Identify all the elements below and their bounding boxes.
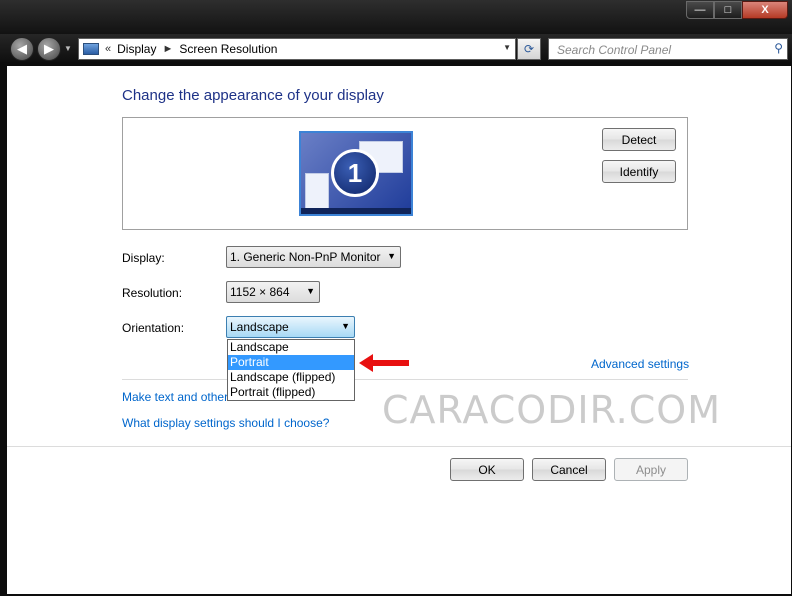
caption-buttons: — □ X <box>686 1 788 19</box>
display-label: Display: <box>122 251 165 265</box>
close-button[interactable]: X <box>742 1 788 19</box>
content-area: Change the appearance of your display 1 … <box>7 66 791 594</box>
monitor-1-thumbnail[interactable]: 1 <box>299 131 413 216</box>
recent-pages-chevron-down-icon[interactable]: ▼ <box>64 44 72 53</box>
display-select-value: 1. Generic Non-PnP Monitor <box>230 250 381 264</box>
orientation-option-landscape[interactable]: Landscape <box>228 340 354 355</box>
chevron-down-icon: ▼ <box>341 321 350 331</box>
breadcrumb-separator-icon[interactable]: ► <box>162 43 173 55</box>
apply-button[interactable]: Apply <box>614 458 688 481</box>
display-select[interactable]: 1. Generic Non-PnP Monitor ▼ <box>226 246 401 268</box>
orientation-option-landscape-flipped[interactable]: Landscape (flipped) <box>228 370 354 385</box>
display-preview-panel: 1 Detect Identify <box>122 117 688 230</box>
monitor-taskbar-graphic <box>301 208 411 214</box>
display-settings-help-link[interactable]: What display settings should I choose? <box>122 416 329 430</box>
orientation-dropdown-list: Landscape Portrait Landscape (flipped) P… <box>227 339 355 401</box>
control-panel-icon <box>83 43 99 55</box>
search-input[interactable] <box>555 40 759 60</box>
chevron-down-icon: ▼ <box>387 251 396 261</box>
resolution-label: Resolution: <box>122 286 183 300</box>
search-box[interactable]: ⚲ <box>548 38 788 60</box>
minimize-button[interactable]: — <box>686 1 714 19</box>
back-arrow-icon: ◀ <box>17 41 27 56</box>
refresh-button[interactable]: ⟳ <box>517 38 541 60</box>
breadcrumb-display[interactable]: Display <box>117 42 156 56</box>
window: — □ X ◀ ▶ ▼ « Display ► Screen Resolutio… <box>0 0 792 596</box>
orientation-option-portrait-flipped[interactable]: Portrait (flipped) <box>228 385 354 400</box>
cancel-button[interactable]: Cancel <box>532 458 606 481</box>
maximize-button[interactable]: □ <box>714 1 742 19</box>
ok-button[interactable]: OK <box>450 458 524 481</box>
orientation-select[interactable]: Landscape ▼ <box>226 316 355 338</box>
advanced-settings-link[interactable]: Advanced settings <box>591 357 689 371</box>
make-text-larger-link-visible: Make text and other <box>122 390 229 404</box>
search-icon[interactable]: ⚲ <box>774 41 783 55</box>
divider <box>122 379 688 380</box>
address-prefix[interactable]: « <box>105 43 111 55</box>
make-text-larger-link[interactable]: Make text and other <box>122 390 228 404</box>
address-bar[interactable]: « Display ► Screen Resolution ▼ <box>78 38 516 60</box>
resolution-select-value: 1152 × 864 <box>230 285 290 299</box>
address-chevron-down-icon[interactable]: ▼ <box>503 43 511 52</box>
resolution-select[interactable]: 1152 × 864 ▼ <box>226 281 320 303</box>
watermark: CARACODIR.COM <box>382 388 721 432</box>
divider <box>7 446 791 447</box>
identify-button[interactable]: Identify <box>602 160 676 183</box>
orientation-label: Orientation: <box>122 321 185 335</box>
forward-button[interactable]: ▶ <box>37 37 61 61</box>
orientation-select-value: Landscape <box>230 320 289 334</box>
forward-arrow-icon: ▶ <box>44 41 54 56</box>
back-button[interactable]: ◀ <box>10 37 34 61</box>
chevron-down-icon: ▼ <box>306 286 315 296</box>
breadcrumb-screen-resolution[interactable]: Screen Resolution <box>179 42 277 56</box>
title-bar: — □ X <box>0 0 792 34</box>
monitor-window-graphic <box>305 173 329 211</box>
navigation-bar: ◀ ▶ ▼ « Display ► Screen Resolution ▼ ⟳ … <box>0 34 792 62</box>
red-arrow-annotation-icon <box>359 354 409 372</box>
page-title: Change the appearance of your display <box>122 87 384 104</box>
orientation-option-portrait[interactable]: Portrait <box>228 355 354 370</box>
detect-button[interactable]: Detect <box>602 128 676 151</box>
monitor-number-badge: 1 <box>331 149 379 197</box>
refresh-icon: ⟳ <box>523 42 535 56</box>
